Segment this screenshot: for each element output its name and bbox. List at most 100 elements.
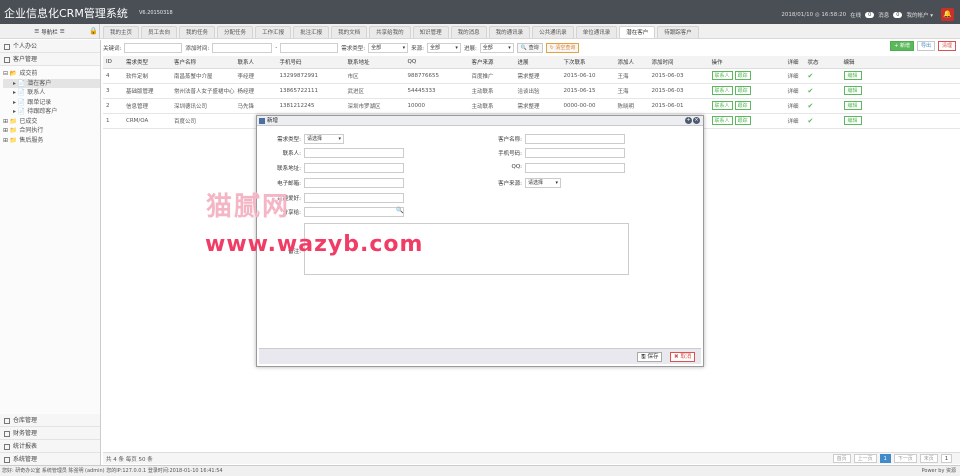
col-adder[interactable]: 添加人 [614, 56, 649, 69]
tab-knowledge[interactable]: 知识管理 [412, 26, 449, 38]
share-input[interactable] [304, 207, 404, 217]
maximize-icon[interactable]: + [685, 117, 692, 124]
tab-shared[interactable]: 共享给我的 [369, 26, 411, 38]
detail-link[interactable]: 详细 [784, 98, 805, 114]
address-input[interactable] [304, 163, 404, 173]
contact-button[interactable]: 联系人 [711, 71, 733, 80]
col-source[interactable]: 客户来源 [468, 56, 515, 69]
col-id[interactable]: ID [103, 56, 123, 69]
progress-select[interactable]: 全部 [479, 42, 514, 53]
tab-staff[interactable]: 员工去向 [141, 26, 178, 38]
save-button[interactable]: 🖫 保存 [637, 352, 663, 362]
follow-button[interactable]: 跟踪 [734, 71, 751, 80]
status-text: 您好: 研奇办公室 系统管理员 陈强明 (admin) 您的IP:127.0.0… [2, 468, 223, 474]
online-count-badge[interactable]: 0 [865, 11, 875, 18]
detail-link[interactable]: 详细 [784, 68, 805, 84]
tab-messages[interactable]: 我的消息 [450, 26, 487, 38]
sidebar-item-finance[interactable]: 财务管理 [0, 427, 100, 440]
tab-report[interactable]: 工作汇报 [255, 26, 292, 38]
edit-button[interactable]: 编辑 [843, 101, 862, 110]
tree-item-follow-records[interactable]: ▸ 📄 跟单记录 [3, 98, 100, 108]
tree-item-contacts[interactable]: ▸ 📄 联系人 [3, 88, 100, 98]
prev-page-button[interactable]: 上一页 [853, 454, 877, 463]
req-type-select[interactable]: 全部 [368, 42, 409, 53]
detail-link[interactable]: 详细 [784, 83, 805, 99]
col-time[interactable]: 添加时间 [648, 56, 709, 69]
follow-button[interactable]: 跟踪 [734, 86, 751, 95]
tab-my-contacts[interactable]: 我的通讯录 [488, 26, 531, 38]
cancel-button[interactable]: ✖ 取消 [670, 352, 696, 362]
last-page-button[interactable]: 末页 [919, 454, 938, 463]
customer-name-input[interactable] [525, 134, 625, 144]
tree-group-closed[interactable]: ⊞ 📁 已成交 [3, 117, 100, 127]
user-menu[interactable]: 我的帐户 ▾ [906, 11, 933, 19]
tab-home[interactable]: 我的主页 [103, 26, 140, 38]
clear-search-button[interactable]: ↻ 清空查询 [545, 42, 580, 53]
sidebar-item-stats[interactable]: 统计报表 [0, 440, 100, 453]
req-type-field[interactable]: 请选择 [304, 134, 344, 144]
tree-group-contracts[interactable]: ⊞ 📁 合同执行 [3, 126, 100, 136]
tree-item-to-track[interactable]: ▸ 📄 待跟踪客户 [3, 107, 100, 117]
edit-button[interactable]: 编辑 [843, 71, 862, 80]
contact-button[interactable]: 联系人 [711, 101, 733, 110]
hobby-input[interactable] [304, 193, 404, 203]
tab-tasks[interactable]: 我的任务 [179, 26, 216, 38]
sidebar-item-warehouse[interactable]: 仓库管理 [0, 414, 100, 427]
edit-button[interactable]: 编辑 [843, 86, 862, 95]
col-progress[interactable]: 进展 [514, 56, 561, 69]
export-button[interactable]: 导出 [916, 41, 935, 51]
detail-link[interactable]: 详细 [784, 113, 805, 129]
search-button[interactable]: 🔍 查询 [516, 42, 543, 53]
sidebar-item-customers[interactable]: 客户管理 [0, 53, 100, 66]
col-contact[interactable]: 联系人 [234, 56, 277, 69]
tab-annotate[interactable]: 批注汇报 [293, 26, 330, 38]
first-page-button[interactable]: 首页 [832, 454, 851, 463]
contact-input[interactable] [304, 148, 404, 158]
cell-src: 百度推广 [468, 68, 515, 84]
source-select[interactable]: 全部 [426, 42, 461, 53]
phone-input[interactable] [525, 148, 625, 158]
close-icon[interactable]: × [693, 117, 700, 124]
next-page-button[interactable]: 下一页 [893, 454, 917, 463]
end-date-input[interactable] [280, 42, 339, 53]
qq-input[interactable] [525, 163, 625, 173]
col-req-type[interactable]: 需求类型 [123, 56, 171, 69]
tree-group-pre-deal[interactable]: ⊟ 📂 成交前 [3, 69, 100, 79]
delete-button[interactable]: 清理 [937, 41, 956, 51]
keyword-input[interactable] [124, 42, 183, 53]
nav-header-collapse-icon[interactable]: ☰ [60, 29, 65, 35]
current-page-button[interactable]: 1 [879, 454, 891, 463]
tab-unit-contacts[interactable]: 单位通讯录 [575, 26, 618, 38]
tree-group-after-sales[interactable]: ⊞ 📁 售后服务 [3, 136, 100, 146]
search-icon[interactable]: 🔍 [396, 207, 403, 214]
sidebar-item-office[interactable]: 个人办公 [0, 40, 100, 53]
tab-public-contacts[interactable]: 公共通讯录 [532, 26, 574, 38]
contact-button[interactable]: 联系人 [711, 86, 733, 95]
lock-icon[interactable]: 🔒 [89, 27, 98, 35]
message-count-badge[interactable]: 0 [893, 11, 903, 18]
col-name[interactable]: 客户名称 [171, 56, 235, 69]
col-phone[interactable]: 手机号码 [276, 56, 345, 69]
col-next[interactable]: 下次联系 [560, 56, 615, 69]
tab-docs[interactable]: 我的文档 [331, 26, 368, 38]
edit-button[interactable]: 编辑 [843, 116, 862, 125]
dialog-header[interactable]: 新增 + × [257, 116, 703, 126]
jump-page-select[interactable]: 1 [940, 454, 952, 463]
email-input[interactable] [304, 178, 404, 188]
tab-assign[interactable]: 分配任务 [217, 26, 254, 38]
tree-item-potential[interactable]: ▸ 📄 潜在客户 [3, 78, 100, 88]
table-row[interactable]: 4 软件定制 南昌蒸蟹中介屋 李经理 13299872991 市区 988776655 百度推… [103, 68, 960, 84]
col-address[interactable]: 联系地址 [344, 56, 405, 69]
start-date-input[interactable] [212, 42, 273, 53]
follow-button[interactable]: 跟踪 [734, 116, 751, 125]
table-row[interactable]: 2 信息管理 深圳德讯公司 马先锋 1381212245 深圳市罗湖区 10000 主动联系需… [103, 98, 960, 114]
add-button[interactable]: + 新增 [890, 41, 914, 51]
source-field[interactable]: 请选择 [525, 178, 561, 188]
col-qq[interactable]: QQ [404, 56, 469, 69]
tab-tracking-customers[interactable]: 待跟踪客户 [657, 26, 699, 38]
contact-button[interactable]: 联系人 [711, 116, 733, 125]
tab-potential-customers[interactable]: 潜在客户 [619, 26, 656, 38]
follow-button[interactable]: 跟踪 [734, 101, 751, 110]
bell-icon[interactable]: 🔔 [941, 8, 954, 21]
table-row[interactable]: 3 基础版管理 常州法普人女子盛裙中心 杨经理 13865722111 武进区 544453… [103, 83, 960, 99]
